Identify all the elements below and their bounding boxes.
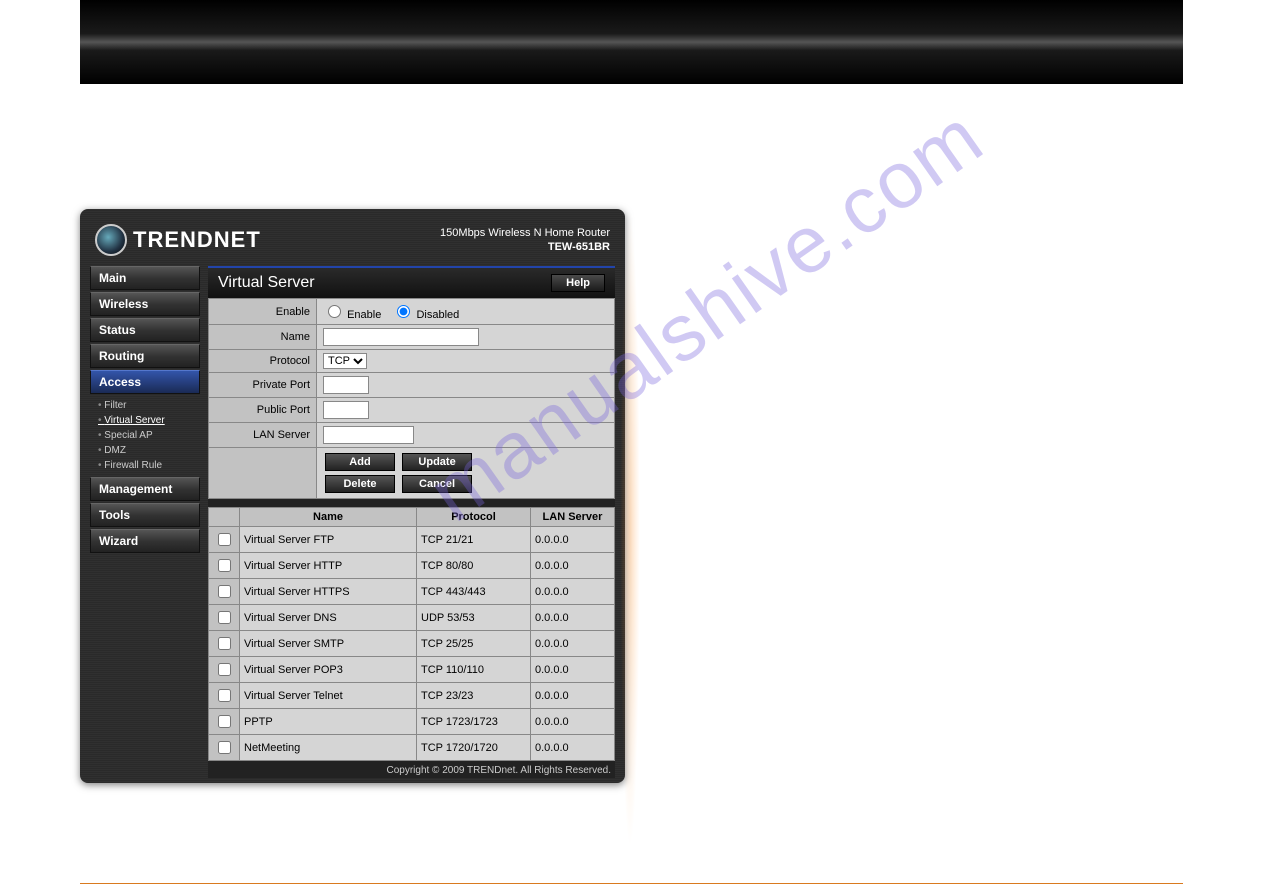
row-name: Virtual Server HTTPS <box>240 579 417 605</box>
nav-wireless[interactable]: Wireless <box>90 292 200 316</box>
brand-text: TRENDNET <box>133 227 261 253</box>
table-row[interactable]: Virtual Server DNSUDP 53/530.0.0.0 <box>209 605 615 631</box>
col-check <box>209 508 240 527</box>
row-checkbox[interactable] <box>218 533 231 546</box>
brand-logo: TRENDNET <box>95 224 261 256</box>
nav-management[interactable]: Management <box>90 477 200 501</box>
row-protocol: TCP 1720/1720 <box>417 735 531 761</box>
enable-label: Enable <box>209 299 317 325</box>
enable-radio[interactable] <box>328 305 341 318</box>
nav-tools[interactable]: Tools <box>90 503 200 527</box>
footer-copyright: Copyright © 2009 TRENDnet. All Rights Re… <box>208 761 615 778</box>
row-protocol: UDP 53/53 <box>417 605 531 631</box>
private-port-input[interactable] <box>323 376 369 394</box>
row-name: PPTP <box>240 709 417 735</box>
row-checkbox[interactable] <box>218 611 231 624</box>
table-row[interactable]: Virtual Server HTTPSTCP 443/4430.0.0.0 <box>209 579 615 605</box>
row-checkbox[interactable] <box>218 637 231 650</box>
row-name: Virtual Server FTP <box>240 527 417 553</box>
row-lan: 0.0.0.0 <box>531 579 615 605</box>
disabled-radio[interactable] <box>397 305 410 318</box>
table-row[interactable]: NetMeetingTCP 1720/17200.0.0.0 <box>209 735 615 761</box>
row-lan: 0.0.0.0 <box>531 735 615 761</box>
protocol-label: Protocol <box>209 350 317 373</box>
virtual-server-form: Enable Enable Disabled Name Protocol <box>208 298 615 499</box>
row-checkbox[interactable] <box>218 715 231 728</box>
update-button[interactable]: Update <box>402 453 472 471</box>
row-name: Virtual Server SMTP <box>240 631 417 657</box>
nav-status[interactable]: Status <box>90 318 200 342</box>
subnav-firewall-rule[interactable]: Firewall Rule <box>98 458 200 473</box>
globe-icon <box>95 224 127 256</box>
row-lan: 0.0.0.0 <box>531 709 615 735</box>
row-lan: 0.0.0.0 <box>531 631 615 657</box>
row-protocol: TCP 1723/1723 <box>417 709 531 735</box>
row-checkbox[interactable] <box>218 689 231 702</box>
table-row[interactable]: Virtual Server FTPTCP 21/210.0.0.0 <box>209 527 615 553</box>
row-name: NetMeeting <box>240 735 417 761</box>
help-button[interactable]: Help <box>551 274 605 292</box>
name-input[interactable] <box>323 328 479 346</box>
name-label: Name <box>209 325 317 350</box>
public-port-input[interactable] <box>323 401 369 419</box>
row-protocol: TCP 443/443 <box>417 579 531 605</box>
protocol-select[interactable]: TCP <box>323 353 367 369</box>
table-row[interactable]: Virtual Server POP3TCP 110/1100.0.0.0 <box>209 657 615 683</box>
row-checkbox[interactable] <box>218 585 231 598</box>
subnav-special-ap[interactable]: Special AP <box>98 428 200 443</box>
row-protocol: TCP 21/21 <box>417 527 531 553</box>
page-divider <box>80 883 1183 884</box>
row-name: Virtual Server HTTP <box>240 553 417 579</box>
subnav-filter[interactable]: Filter <box>98 398 200 413</box>
row-protocol: TCP 110/110 <box>417 657 531 683</box>
row-name: Virtual Server DNS <box>240 605 417 631</box>
enable-radio-label[interactable]: Enable <box>323 309 381 321</box>
row-lan: 0.0.0.0 <box>531 683 615 709</box>
row-name: Virtual Server Telnet <box>240 683 417 709</box>
top-banner <box>80 0 1183 84</box>
device-model: TEW-651BR <box>440 240 610 254</box>
row-lan: 0.0.0.0 <box>531 657 615 683</box>
lan-server-label: LAN Server <box>209 423 317 448</box>
row-checkbox[interactable] <box>218 663 231 676</box>
device-subtitle: 150Mbps Wireless N Home Router <box>440 226 610 240</box>
nav-access[interactable]: Access <box>90 370 200 394</box>
main-panel: Virtual Server Help Enable Enable Disabl… <box>208 266 615 778</box>
row-checkbox[interactable] <box>218 741 231 754</box>
row-lan: 0.0.0.0 <box>531 605 615 631</box>
lan-server-input[interactable] <box>323 426 414 444</box>
panel-title: Virtual Server <box>218 274 315 292</box>
private-port-label: Private Port <box>209 373 317 398</box>
disabled-radio-label[interactable]: Disabled <box>392 309 459 321</box>
row-lan: 0.0.0.0 <box>531 553 615 579</box>
add-button[interactable]: Add <box>325 453 395 471</box>
public-port-label: Public Port <box>209 398 317 423</box>
nav-access-sub: Filter Virtual Server Special AP DMZ Fir… <box>90 396 200 477</box>
router-admin-panel: TRENDNET 150Mbps Wireless N Home Router … <box>80 209 625 783</box>
row-protocol: TCP 80/80 <box>417 553 531 579</box>
device-info: 150Mbps Wireless N Home Router TEW-651BR <box>440 226 610 255</box>
table-row[interactable]: Virtual Server SMTPTCP 25/250.0.0.0 <box>209 631 615 657</box>
nav-main[interactable]: Main <box>90 266 200 290</box>
row-protocol: TCP 23/23 <box>417 683 531 709</box>
subnav-virtual-server[interactable]: Virtual Server <box>98 413 200 428</box>
sidebar: Main Wireless Status Routing Access Filt… <box>90 266 208 778</box>
row-lan: 0.0.0.0 <box>531 527 615 553</box>
row-checkbox[interactable] <box>218 559 231 572</box>
nav-routing[interactable]: Routing <box>90 344 200 368</box>
table-row[interactable]: PPTPTCP 1723/17230.0.0.0 <box>209 709 615 735</box>
col-protocol: Protocol <box>417 508 531 527</box>
row-protocol: TCP 25/25 <box>417 631 531 657</box>
row-name: Virtual Server POP3 <box>240 657 417 683</box>
subnav-dmz[interactable]: DMZ <box>98 443 200 458</box>
table-row[interactable]: Virtual Server TelnetTCP 23/230.0.0.0 <box>209 683 615 709</box>
table-row[interactable]: Virtual Server HTTPTCP 80/800.0.0.0 <box>209 553 615 579</box>
virtual-server-list: Name Protocol LAN Server Virtual Server … <box>208 507 615 761</box>
col-lan: LAN Server <box>531 508 615 527</box>
nav-wizard[interactable]: Wizard <box>90 529 200 553</box>
cancel-button[interactable]: Cancel <box>402 475 472 493</box>
divider-glow <box>620 209 640 849</box>
col-name: Name <box>240 508 417 527</box>
delete-button[interactable]: Delete <box>325 475 395 493</box>
